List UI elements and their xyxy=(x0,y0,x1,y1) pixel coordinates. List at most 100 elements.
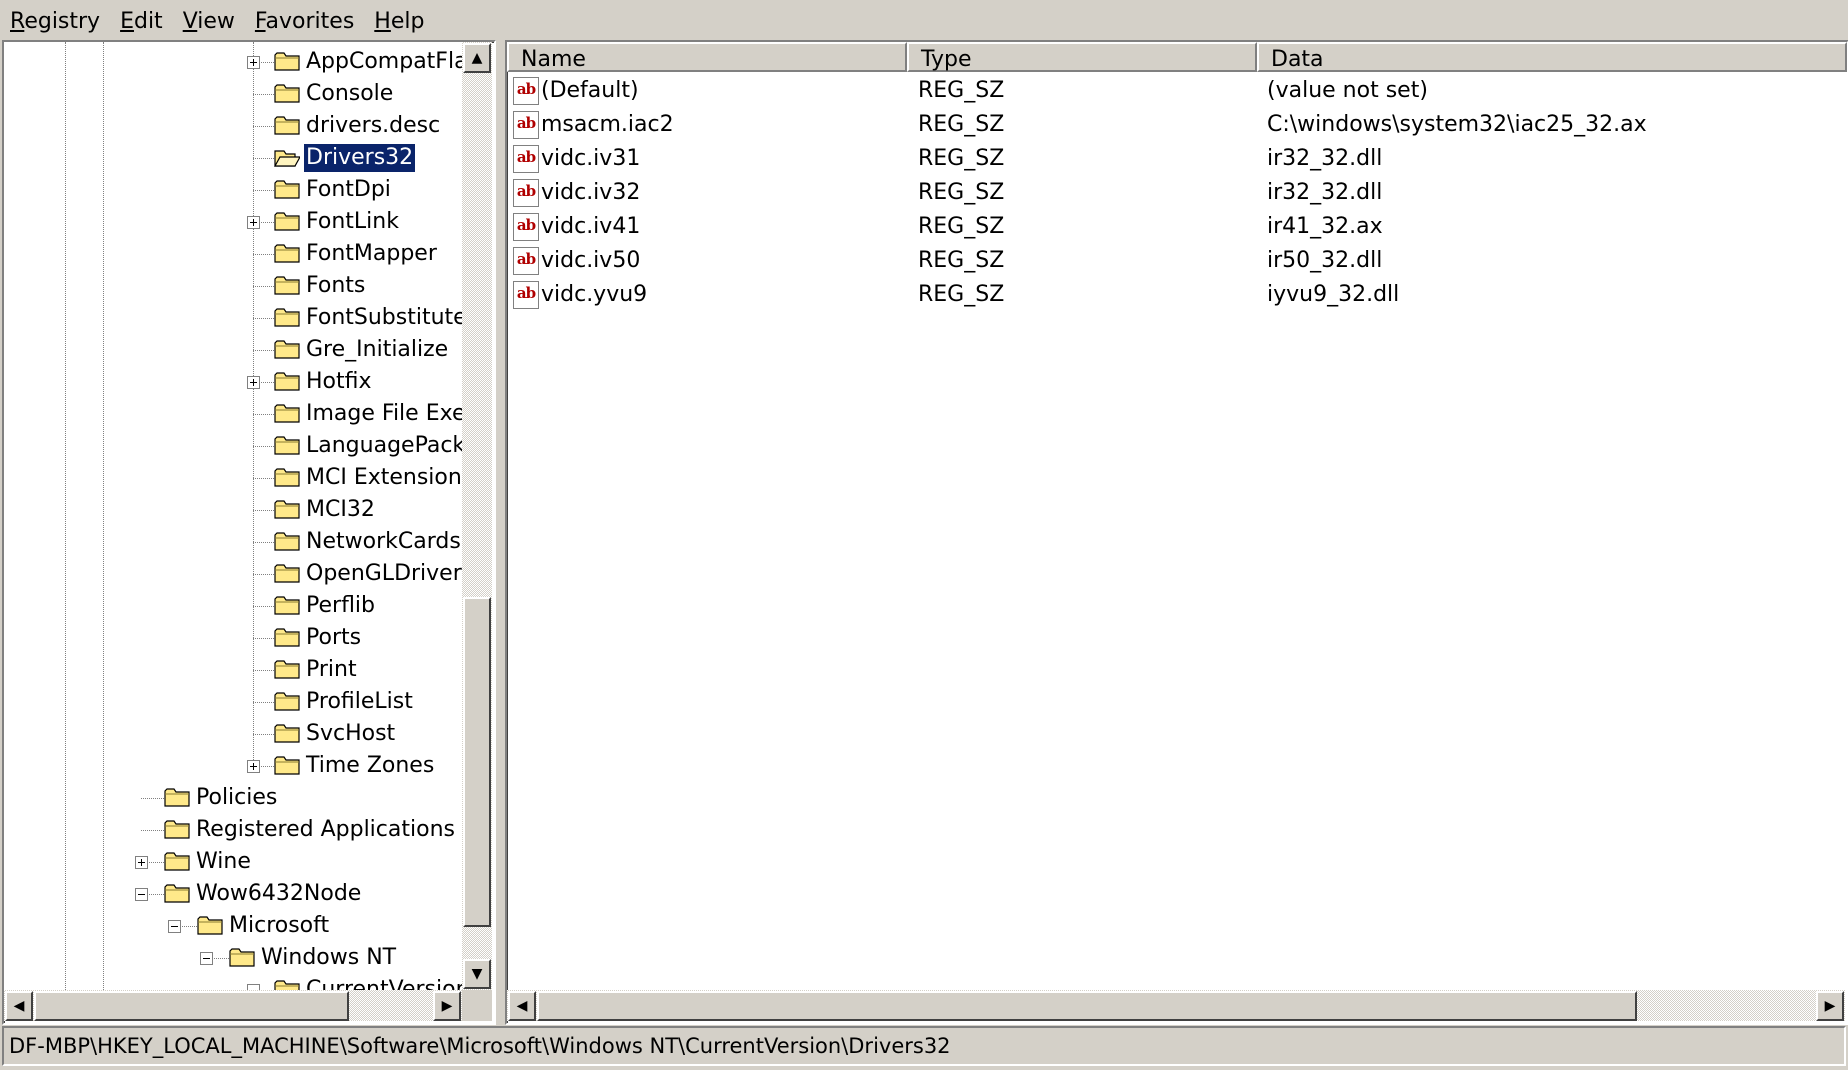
tree-item[interactable]: Gre_Initialize xyxy=(4,334,462,366)
expand-plus-icon[interactable] xyxy=(247,376,260,389)
tree-connector-line xyxy=(253,510,274,511)
column-header-type[interactable]: Type xyxy=(907,42,1257,72)
tree-item[interactable]: FontDpi xyxy=(4,174,462,206)
tree-item[interactable]: FontSubstitutes xyxy=(4,302,462,334)
tree-item[interactable]: Fonts xyxy=(4,270,462,302)
tree-item[interactable]: ProfileList xyxy=(4,686,462,718)
values-scroll-right-button[interactable]: ▶ xyxy=(1816,991,1844,1021)
tree-item[interactable]: Windows NT xyxy=(4,942,462,974)
expand-plus-icon[interactable] xyxy=(247,216,260,229)
values-scroll-left-button[interactable]: ◀ xyxy=(508,991,536,1021)
tree-item[interactable]: AppCompatFlags xyxy=(4,46,462,78)
tree-item-label: Microsoft xyxy=(229,913,330,938)
tree-connector-line xyxy=(253,94,274,95)
tree-item-label: Ports xyxy=(306,625,362,650)
column-header-data[interactable]: Data xyxy=(1257,42,1847,72)
tree-item[interactable]: Policies xyxy=(4,782,462,814)
tree-item[interactable]: MCI Extensions xyxy=(4,462,462,494)
tree-item[interactable]: MCI32 xyxy=(4,494,462,526)
tree-item[interactable]: OpenGLDrivers xyxy=(4,558,462,590)
tree-connector-line xyxy=(253,574,274,575)
tree-connector-line xyxy=(253,670,274,671)
collapse-minus-icon[interactable] xyxy=(168,920,181,933)
menu-registry[interactable]: Registry xyxy=(0,0,110,40)
value-row[interactable]: ab (Default) REG_SZ (value not set) xyxy=(507,74,1847,108)
menu-help[interactable]: Help xyxy=(364,0,434,40)
tree-connector-line xyxy=(253,606,274,607)
tree-item[interactable]: CurrentVersion xyxy=(4,974,462,990)
tree-item[interactable]: FontLink xyxy=(4,206,462,238)
tree-item[interactable]: SvcHost xyxy=(4,718,462,750)
menu-edit[interactable]: Edit xyxy=(110,0,173,40)
tree-item[interactable]: Wow6432Node xyxy=(4,878,462,910)
tree-item-label: Wine xyxy=(196,849,251,874)
value-data: ir32_32.dll xyxy=(1267,146,1383,171)
tree-item[interactable]: Perflib xyxy=(4,590,462,622)
collapse-minus-icon[interactable] xyxy=(135,888,148,901)
string-value-icon: ab xyxy=(513,111,539,139)
tree-item[interactable]: Registered Applications xyxy=(4,814,462,846)
tree-connector-line xyxy=(253,542,274,543)
value-name: vidc.iv41 xyxy=(541,214,641,239)
tree-item[interactable]: FontMapper xyxy=(4,238,462,270)
tree-scroll-right-button[interactable]: ▶ xyxy=(433,991,461,1021)
value-row[interactable]: ab vidc.iv41 REG_SZ ir41_32.ax xyxy=(507,210,1847,244)
tree-scroll-down-button[interactable]: ▼ xyxy=(463,959,491,989)
folder-icon xyxy=(274,467,300,487)
tree-scroll-up-button[interactable]: ▲ xyxy=(463,43,491,73)
open-folder-icon xyxy=(273,147,302,167)
tree-scroll-left-button[interactable]: ◀ xyxy=(5,991,33,1021)
value-data: ir41_32.ax xyxy=(1267,214,1383,239)
value-row[interactable]: ab vidc.iv31 REG_SZ ir32_32.dll xyxy=(507,142,1847,176)
menu-registry-rest: egistry xyxy=(24,9,101,34)
folder-icon xyxy=(274,531,300,551)
column-header-name[interactable]: Name xyxy=(507,42,907,72)
menu-help-mnemonic: H xyxy=(374,9,391,34)
folder-icon xyxy=(274,243,300,263)
value-data: ir32_32.dll xyxy=(1267,180,1383,205)
tree-item[interactable]: LanguagePack xyxy=(4,430,462,462)
tree-item[interactable]: Ports xyxy=(4,622,462,654)
tree-item-label: Policies xyxy=(196,785,278,810)
tree-vertical-scroll-thumb[interactable] xyxy=(463,597,491,927)
value-row[interactable]: ab vidc.iv32 REG_SZ ir32_32.dll xyxy=(507,176,1847,210)
tree-item[interactable]: Console xyxy=(4,78,462,110)
tree-connector-line xyxy=(253,478,274,479)
value-row[interactable]: ab msacm.iac2 REG_SZ C:\windows\system32\ia… xyxy=(507,108,1847,142)
expand-plus-icon[interactable] xyxy=(135,856,148,869)
expand-plus-icon[interactable] xyxy=(247,56,260,69)
tree-item[interactable]: Wine xyxy=(4,846,462,878)
collapse-minus-icon[interactable] xyxy=(200,952,213,965)
folder-icon xyxy=(274,51,300,71)
menu-view-rest: iew xyxy=(197,9,235,34)
tree-item[interactable]: NetworkCards xyxy=(4,526,462,558)
tree-item-label: Time Zones xyxy=(306,753,435,778)
menu-favorites[interactable]: Favorites xyxy=(245,0,364,40)
tree-item[interactable]: Microsoft xyxy=(4,910,462,942)
registry-tree[interactable]: AppCompatFlags Console drivers.desc Drivers… xyxy=(4,42,462,990)
value-data: iyvu9_32.dll xyxy=(1267,282,1400,307)
value-row[interactable]: ab vidc.yvu9 REG_SZ iyvu9_32.dll xyxy=(507,278,1847,312)
registry-tree-pane[interactable]: AppCompatFlags Console drivers.desc Drivers… xyxy=(2,40,496,1025)
value-name: msacm.iac2 xyxy=(541,112,674,137)
tree-item[interactable]: Hotfix xyxy=(4,366,462,398)
values-list-pane[interactable]: Name Type Data ab (Default) REG_SZ (value n… xyxy=(505,40,1848,1025)
expand-plus-icon[interactable] xyxy=(247,760,260,773)
menu-view[interactable]: View xyxy=(173,0,245,40)
tree-item[interactable]: drivers.desc xyxy=(4,110,462,142)
folder-icon xyxy=(274,723,300,743)
tree-item[interactable]: Drivers32 xyxy=(4,142,462,174)
tree-item[interactable]: Image File Execution Options xyxy=(4,398,462,430)
tree-scroll-corner xyxy=(462,990,492,1021)
tree-horizontal-scroll-thumb[interactable] xyxy=(34,991,349,1021)
tree-item[interactable]: Time Zones xyxy=(4,750,462,782)
menu-edit-mnemonic: E xyxy=(120,9,134,34)
folder-icon xyxy=(229,947,255,967)
folder-icon xyxy=(197,915,223,935)
values-horizontal-scroll-thumb[interactable] xyxy=(537,991,1637,1021)
tree-item-label: Console xyxy=(306,81,394,106)
folder-icon xyxy=(164,851,190,871)
tree-item[interactable]: Print xyxy=(4,654,462,686)
tree-item-label: Windows NT xyxy=(261,945,397,970)
value-row[interactable]: ab vidc.iv50 REG_SZ ir50_32.dll xyxy=(507,244,1847,278)
